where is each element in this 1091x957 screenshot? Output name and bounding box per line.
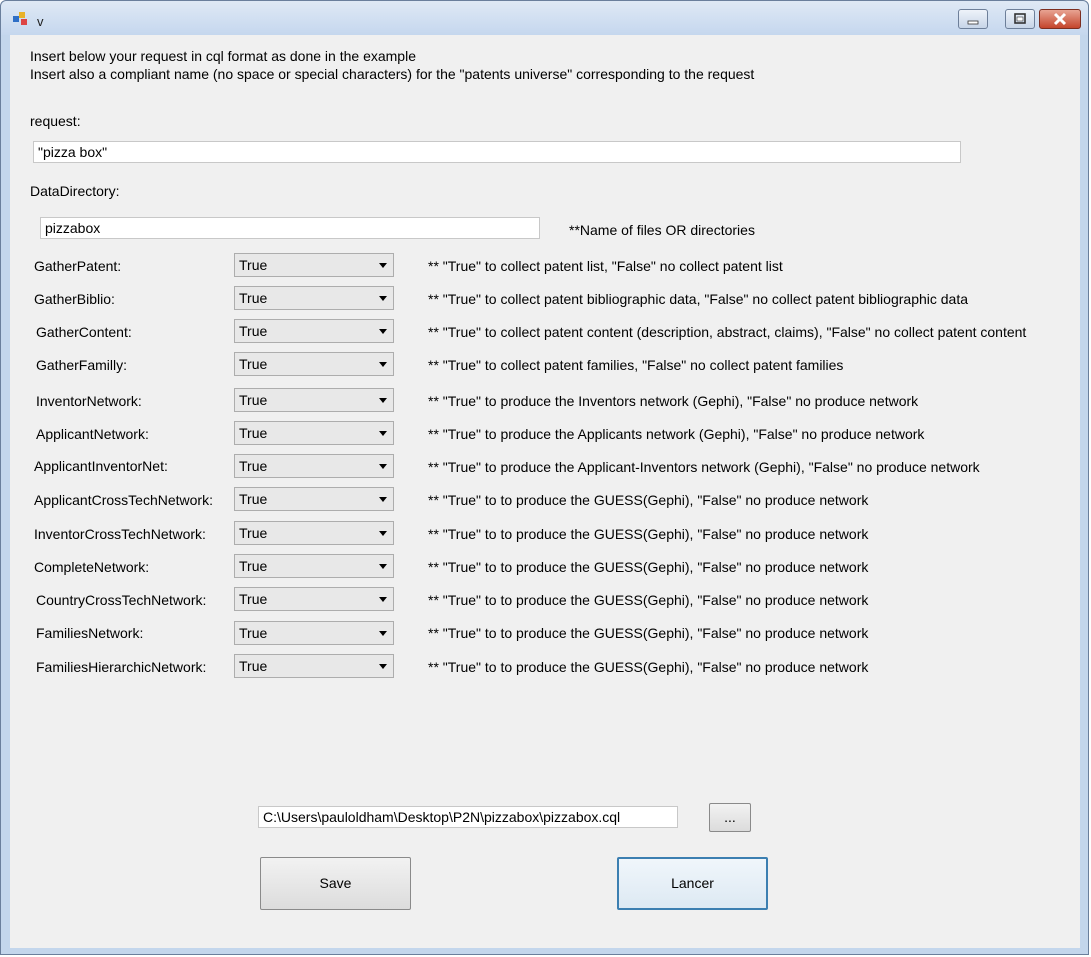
select-value: True [239, 425, 268, 441]
select-value: True [239, 458, 268, 474]
select-value: True [239, 356, 268, 372]
option-label-gatherbiblio: GatherBiblio: [34, 291, 115, 307]
option-desc-completenetwork: ** "True" to to produce the GUESS(Gephi)… [428, 559, 869, 575]
applicantinventornet-select[interactable]: True [234, 454, 394, 478]
select-value: True [239, 290, 268, 306]
familiesnetwork-select[interactable]: True [234, 621, 394, 645]
lancer-button[interactable]: Lancer [617, 857, 768, 910]
option-label-familiesnetwork: FamiliesNetwork: [36, 625, 144, 641]
applicantcrosstechnetwork-select[interactable]: True [234, 487, 394, 511]
option-label-inventorcrosstechnetwork: InventorCrossTechNetwork: [34, 526, 206, 542]
gatherfamilly-select[interactable]: True [234, 352, 394, 376]
gatherpatent-select[interactable]: True [234, 253, 394, 277]
dropdown-arrow-icon [379, 564, 387, 569]
option-desc-gathercontent: ** "True" to collect patent content (des… [428, 324, 1027, 340]
applicantnetwork-select[interactable]: True [234, 421, 394, 445]
app-icon [13, 12, 29, 26]
option-desc-inventorcrosstechnetwork: ** "True" to to produce the GUESS(Gephi)… [428, 526, 869, 542]
option-desc-familiesnetwork: ** "True" to to produce the GUESS(Gephi)… [428, 625, 869, 641]
select-value: True [239, 658, 268, 674]
select-value: True [239, 591, 268, 607]
dropdown-arrow-icon [379, 296, 387, 301]
select-value: True [239, 625, 268, 641]
intro-line-2: Insert also a compliant name (no space o… [30, 66, 755, 82]
intro-line-1: Insert below your request in cql format … [30, 48, 416, 64]
option-desc-gatherpatent: ** "True" to collect patent list, "False… [428, 258, 783, 274]
option-desc-gatherbiblio: ** "True" to collect patent bibliographi… [428, 291, 969, 307]
browse-button[interactable]: ... [709, 803, 751, 832]
countrycrosstechnetwork-select[interactable]: True [234, 587, 394, 611]
form-client-area: Insert below your request in cql format … [10, 35, 1080, 948]
restore-button[interactable] [1005, 9, 1035, 29]
data-directory-note: **Name of files OR directories [569, 222, 755, 238]
dropdown-arrow-icon [379, 631, 387, 636]
option-desc-applicantnetwork: ** "True" to produce the Applicants netw… [428, 426, 925, 442]
close-button[interactable] [1039, 9, 1081, 29]
restore-icon [1014, 13, 1026, 24]
familieshierarchicnetwork-select[interactable]: True [234, 654, 394, 678]
dropdown-arrow-icon [379, 597, 387, 602]
select-value: True [239, 323, 268, 339]
dropdown-arrow-icon [379, 664, 387, 669]
option-label-inventornetwork: InventorNetwork: [36, 393, 142, 409]
file-path-input[interactable]: C:\Users\pauloldham\Desktop\P2N\pizzabox… [258, 806, 678, 828]
option-label-gatherfamilly: GatherFamilly: [36, 357, 128, 373]
dropdown-arrow-icon [379, 531, 387, 536]
select-value: True [239, 525, 268, 541]
option-label-familieshierarchicnetwork: FamiliesHierarchicNetwork: [36, 659, 207, 675]
option-label-applicantcrosstechnetwork: ApplicantCrossTechNetwork: [34, 492, 213, 508]
gathercontent-select[interactable]: True [234, 319, 394, 343]
option-desc-familieshierarchicnetwork: ** "True" to to produce the GUESS(Gephi)… [428, 659, 869, 675]
option-label-countrycrosstechnetwork: CountryCrossTechNetwork: [36, 592, 207, 608]
minimize-icon [967, 20, 979, 25]
app-window: v Insert below your request in cql forma… [0, 0, 1089, 955]
dropdown-arrow-icon [379, 431, 387, 436]
save-button[interactable]: Save [260, 857, 411, 910]
option-label-gathercontent: GatherContent: [36, 324, 132, 340]
option-desc-applicantcrosstechnetwork: ** "True" to to produce the GUESS(Gephi)… [428, 492, 869, 508]
gatherbiblio-select[interactable]: True [234, 286, 394, 310]
inventornetwork-select[interactable]: True [234, 388, 394, 412]
request-label: request: [30, 113, 81, 129]
request-input[interactable]: "pizza box" [33, 141, 961, 163]
title-bar: v [1, 1, 1088, 35]
dropdown-arrow-icon [379, 329, 387, 334]
option-label-applicantinventornet: ApplicantInventorNet: [34, 458, 168, 474]
dropdown-arrow-icon [379, 362, 387, 367]
option-label-completenetwork: CompleteNetwork: [34, 559, 150, 575]
window-title: v [37, 14, 44, 29]
minimize-button[interactable] [958, 9, 988, 29]
completenetwork-select[interactable]: True [234, 554, 394, 578]
data-directory-label: DataDirectory: [30, 183, 120, 199]
option-label-gatherpatent: GatherPatent: [34, 258, 122, 274]
dropdown-arrow-icon [379, 497, 387, 502]
option-desc-gatherfamilly: ** "True" to collect patent families, "F… [428, 357, 844, 373]
close-icon [1053, 12, 1067, 26]
select-value: True [239, 491, 268, 507]
option-desc-countrycrosstechnetwork: ** "True" to to produce the GUESS(Gephi)… [428, 592, 869, 608]
data-directory-input[interactable]: pizzabox [40, 217, 540, 239]
option-desc-inventornetwork: ** "True" to produce the Inventors netwo… [428, 393, 919, 409]
option-label-applicantnetwork: ApplicantNetwork: [36, 426, 149, 442]
select-value: True [239, 257, 268, 273]
inventorcrosstechnetwork-select[interactable]: True [234, 521, 394, 545]
select-value: True [239, 558, 268, 574]
dropdown-arrow-icon [379, 263, 387, 268]
dropdown-arrow-icon [379, 398, 387, 403]
option-desc-applicantinventornet: ** "True" to produce the Applicant-Inven… [428, 459, 980, 475]
select-value: True [239, 392, 268, 408]
dropdown-arrow-icon [379, 464, 387, 469]
